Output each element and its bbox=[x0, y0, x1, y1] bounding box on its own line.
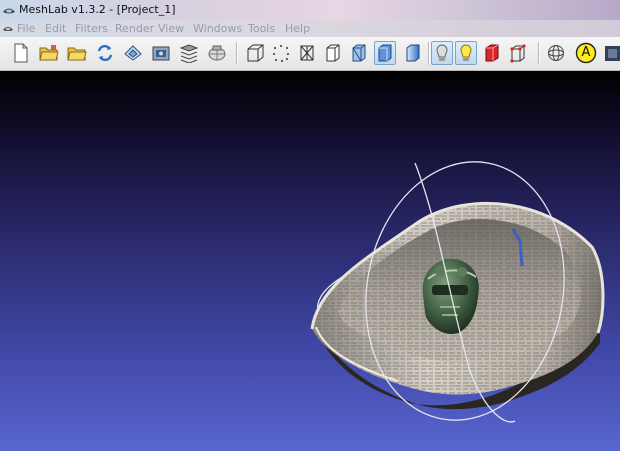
double-side-lighting-button[interactable] bbox=[455, 41, 477, 65]
show-rasters-icon bbox=[605, 46, 620, 61]
3d-viewport[interactable] bbox=[0, 71, 620, 451]
open-project-icon bbox=[39, 45, 59, 61]
annotation-label: A bbox=[581, 45, 591, 60]
flat-icon bbox=[378, 44, 392, 62]
light-icon bbox=[436, 44, 448, 61]
new-document-button[interactable] bbox=[10, 41, 32, 65]
points-icon bbox=[273, 45, 289, 62]
title-bar[interactable]: MeshLab v1.3.2 - [Project_1] bbox=[0, 0, 620, 20]
double-side-lighting-icon bbox=[460, 44, 472, 61]
points-button[interactable] bbox=[270, 41, 292, 65]
show-rasters-button[interactable] bbox=[604, 41, 620, 65]
flat-lines-icon bbox=[352, 44, 366, 62]
menu-edit[interactable]: Edit bbox=[45, 22, 66, 35]
hidden-lines-button[interactable] bbox=[322, 41, 344, 65]
menu-windows[interactable]: Windows bbox=[193, 22, 242, 35]
hidden-lines-icon bbox=[326, 44, 340, 62]
wireframe-button[interactable] bbox=[296, 41, 318, 65]
reload-button[interactable] bbox=[94, 41, 116, 65]
new-document-icon bbox=[14, 43, 28, 63]
open-project-button[interactable] bbox=[38, 41, 60, 65]
annotation-button[interactable]: A bbox=[575, 41, 597, 65]
flat-lines-button[interactable] bbox=[348, 41, 370, 65]
import-mesh-button[interactable] bbox=[66, 41, 88, 65]
export-mesh-icon bbox=[124, 45, 142, 61]
light-toggle-button[interactable] bbox=[431, 41, 453, 65]
flat-button[interactable] bbox=[374, 41, 396, 65]
backface-culling-button[interactable] bbox=[481, 41, 503, 65]
smooth-button[interactable] bbox=[402, 41, 424, 65]
toolbar-separator bbox=[428, 42, 430, 64]
trackball-icon bbox=[510, 44, 526, 63]
layers-button[interactable] bbox=[178, 41, 200, 65]
menu-filters[interactable]: Filters bbox=[75, 22, 108, 35]
menu-view[interactable]: View bbox=[158, 22, 184, 35]
toolbar-separator bbox=[236, 42, 238, 64]
menu-render[interactable]: Render bbox=[115, 22, 154, 35]
bounding-box-button[interactable] bbox=[244, 41, 266, 65]
menu-file[interactable]: File bbox=[17, 22, 35, 35]
import-mesh-icon bbox=[67, 47, 87, 61]
raster-icon bbox=[208, 45, 226, 61]
menu-tools[interactable]: Tools bbox=[248, 22, 275, 35]
system-menu-icon[interactable] bbox=[2, 22, 14, 34]
trackball-toggle-icon bbox=[548, 45, 564, 61]
window-title: MeshLab v1.3.2 - [Project_1] bbox=[19, 3, 176, 16]
wireframe-icon bbox=[300, 45, 314, 61]
trackball-button[interactable] bbox=[545, 41, 567, 65]
snapshot-icon bbox=[152, 46, 170, 61]
export-mesh-button[interactable] bbox=[122, 41, 144, 65]
backface-culling-icon bbox=[485, 44, 499, 62]
meshlab-logo-icon bbox=[3, 8, 15, 14]
layers-icon bbox=[179, 44, 199, 63]
snapshot-button[interactable] bbox=[150, 41, 172, 65]
raster-button[interactable] bbox=[206, 41, 228, 65]
menu-help[interactable]: Help bbox=[285, 22, 310, 35]
normals-button[interactable] bbox=[507, 41, 529, 65]
menu-bar: File Edit Filters Render View Windows To… bbox=[0, 20, 620, 37]
smooth-icon bbox=[406, 44, 420, 62]
main-toolbar: A bbox=[0, 37, 620, 71]
meshlab-window: MeshLab v1.3.2 - [Project_1] File Edit F… bbox=[0, 0, 620, 451]
mesh-scene[interactable] bbox=[0, 71, 620, 451]
reload-icon bbox=[97, 44, 113, 62]
bounding-box-icon bbox=[247, 44, 264, 62]
toolbar-separator bbox=[538, 42, 540, 64]
